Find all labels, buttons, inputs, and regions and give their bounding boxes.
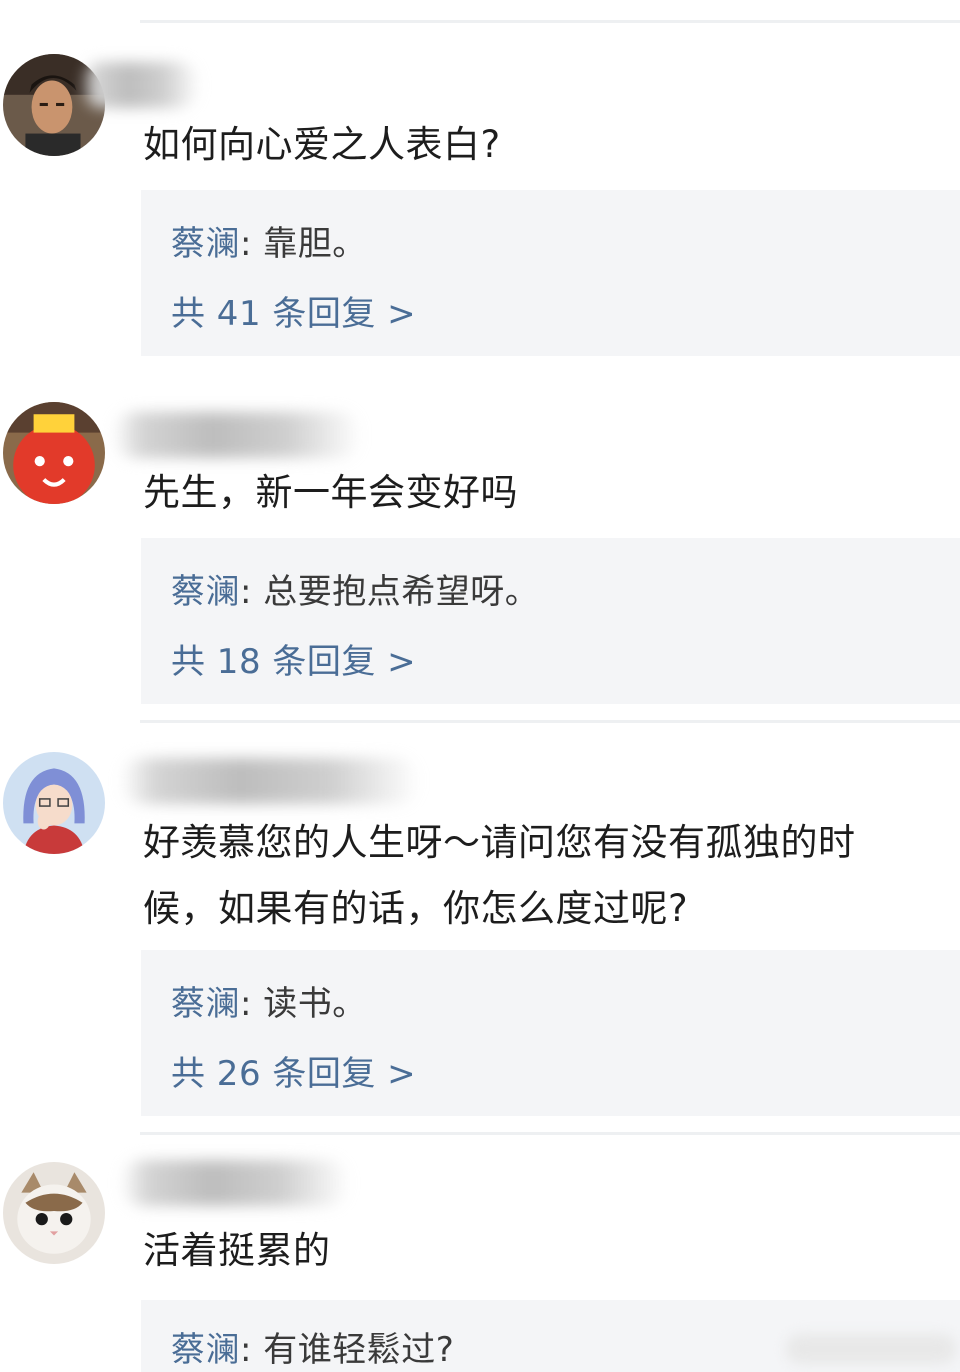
comment-text: 好羡慕您的人生呀～请问您有没有孤独的时 候，如果有的话，你怎么度过呢? (143, 810, 944, 942)
top-divider (140, 20, 960, 23)
reply-author[interactable]: 蔡澜 (171, 572, 240, 612)
username-redacted (120, 758, 420, 804)
reply-separator: : (240, 984, 264, 1024)
reply-preview: 蔡澜: 总要抱点希望呀。 (171, 564, 539, 613)
reply-separator: : (240, 572, 264, 612)
avatar[interactable] (3, 402, 105, 504)
reply-preview: 蔡澜: 读书。 (171, 976, 367, 1025)
reply-preview: 蔡澜: 有谁轻鬆过? (171, 1322, 454, 1371)
reply-separator: : (240, 224, 264, 264)
reply-count-link[interactable]: 共 18 条回复 > (171, 634, 416, 683)
reply-text: 有谁轻鬆过? (263, 1330, 455, 1370)
comment-divider (140, 720, 960, 723)
reply-author[interactable]: 蔡澜 (171, 1330, 240, 1370)
comment-text: 先生，新一年会变好吗 (143, 471, 518, 514)
reply-separator: : (240, 1330, 264, 1370)
reply-text: 靠胆。 (263, 224, 367, 264)
reply-text: 读书。 (263, 984, 367, 1024)
reply-box[interactable]: 蔡澜: 有谁轻鬆过? (141, 1300, 960, 1372)
reply-count-link[interactable]: 共 26 条回复 > (171, 1046, 416, 1095)
reply-author[interactable]: 蔡澜 (171, 224, 240, 264)
reply-preview: 蔡澜: 靠胆。 (171, 216, 367, 265)
username-redacted (120, 1160, 350, 1206)
avatar[interactable] (3, 752, 105, 854)
reply-text: 总要抱点希望呀。 (263, 572, 540, 612)
watermark-redacted (786, 1334, 956, 1364)
comment-text-line: 好羡慕您的人生呀～请问您有没有孤独的时 (143, 821, 856, 864)
username-redacted (112, 412, 362, 458)
reply-box[interactable]: 蔡澜: 读书。 共 26 条回复 > (141, 950, 960, 1116)
avatar[interactable] (3, 1162, 105, 1264)
comment-text: 如何向心爱之人表白? (143, 123, 501, 166)
username-redacted (80, 62, 200, 108)
reply-box[interactable]: 蔡澜: 总要抱点希望呀。 共 18 条回复 > (141, 538, 960, 704)
comment-text-line: 候，如果有的话，你怎么度过呢? (143, 887, 689, 930)
comment-divider (140, 1132, 960, 1135)
reply-box[interactable]: 蔡澜: 靠胆。 共 41 条回复 > (141, 190, 960, 356)
comment-text: 活着挺累的 (143, 1229, 331, 1272)
reply-author[interactable]: 蔡澜 (171, 984, 240, 1024)
reply-count-link[interactable]: 共 41 条回复 > (171, 286, 416, 335)
